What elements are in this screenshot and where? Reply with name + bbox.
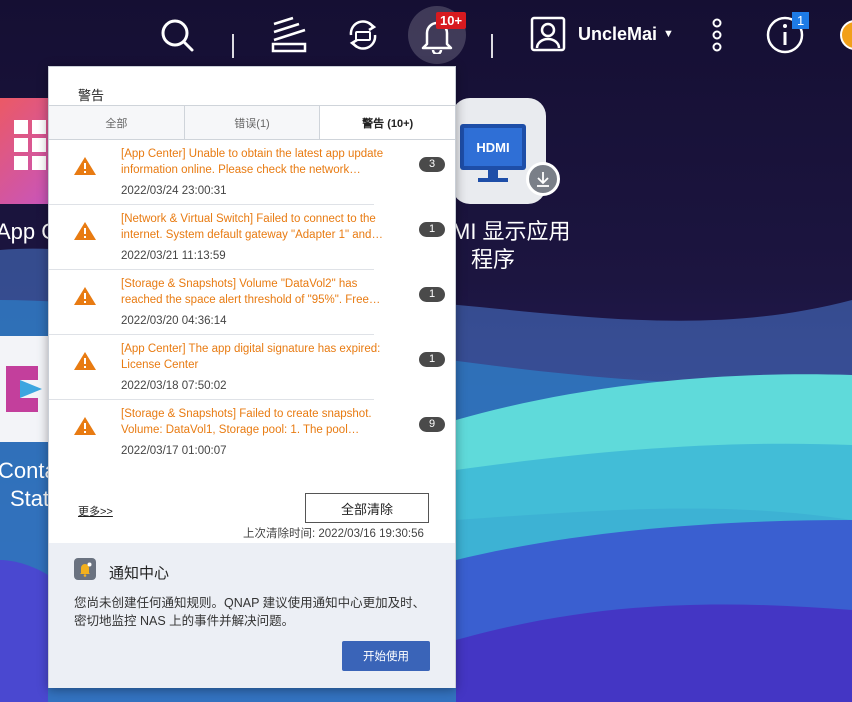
user-menu[interactable]: UncleMai ▼ [530, 16, 674, 52]
notification-count: 3 [419, 157, 445, 172]
notification-message: [Storage & Snapshots] Volume "DataVol2" … [121, 278, 381, 306]
warning-icon [74, 287, 96, 305]
notification-count: 1 [419, 352, 445, 367]
notification-message: [App Center] Unable to obtain the latest… [121, 148, 384, 176]
list-item[interactable]: [Storage & Snapshots] Volume "DataVol2" … [49, 270, 445, 335]
notification-time: 2022/03/18 07:50:02 [121, 380, 227, 392]
username-label: UncleMai [578, 23, 658, 44]
svg-text:HDMI: HDMI [476, 140, 509, 155]
info-count-badge: 1 [792, 12, 810, 29]
notification-time: 2022/03/24 23:00:31 [121, 185, 227, 197]
tab-errors[interactable]: 错误(1) [185, 106, 321, 139]
background-tasks-icon[interactable] [340, 12, 386, 58]
notification-time: 2022/03/17 01:00:07 [121, 445, 227, 457]
help-avatar-icon[interactable] [840, 20, 852, 50]
notification-time: 2022/03/21 11:13:59 [121, 250, 226, 262]
notification-list: [App Center] Unable to obtain the latest… [49, 140, 455, 465]
notification-message: [Network & Virtual Switch] Failed to con… [121, 213, 383, 241]
notification-count: 1 [419, 222, 445, 237]
top-bar: 10+ UncleMai ▼ 1 [0, 0, 852, 70]
download-icon [526, 162, 560, 196]
chevron-down-icon: ▼ [663, 28, 674, 40]
search-icon[interactable] [154, 12, 200, 58]
warning-icon [74, 352, 96, 370]
list-item[interactable]: [Network & Virtual Switch] Failed to con… [49, 205, 445, 270]
notification-count: 1 [419, 287, 445, 302]
notification-center-section: 通知中心 您尚未创建任何通知规则。QNAP 建议使用通知中心更加及时、密切地监控… [49, 543, 455, 688]
task-manager-icon[interactable] [266, 12, 312, 58]
list-item[interactable]: [App Center] Unable to obtain the latest… [49, 140, 445, 205]
clear-all-button[interactable]: 全部清除 [305, 493, 429, 523]
warning-icon [74, 222, 96, 240]
user-icon [530, 16, 566, 52]
separator [491, 34, 493, 58]
notification-center-icon [74, 558, 96, 580]
more-link[interactable]: 更多>> [78, 503, 113, 519]
panel-title: 警告 [78, 88, 105, 103]
notification-count: 9 [419, 417, 445, 432]
notification-message: [App Center] The app digital signature h… [121, 343, 381, 371]
list-item[interactable]: [App Center] The app digital signature h… [49, 335, 445, 400]
tab-warnings[interactable]: 警告 (10+) [320, 106, 456, 139]
notification-time: 2022/03/20 04:36:14 [121, 315, 227, 327]
notification-message: [Storage & Snapshots] Failed to create s… [121, 408, 372, 436]
notification-panel: 警告 全部 错误(1) 警告 (10+) [App Center] Unable… [48, 66, 456, 688]
notification-count-badge: 10+ [436, 12, 467, 29]
list-item[interactable]: [Storage & Snapshots] Failed to create s… [49, 400, 445, 465]
notification-center-description: 您尚未创建任何通知规则。QNAP 建议使用通知中心更加及时、密切地监控 NAS … [74, 596, 426, 628]
notification-center-title: 通知中心 [109, 565, 170, 582]
more-options-icon[interactable] [694, 12, 740, 58]
get-started-button[interactable]: 开始使用 [342, 641, 430, 671]
notification-tabs: 全部 错误(1) 警告 (10+) [49, 105, 456, 140]
warning-icon [74, 417, 96, 435]
warning-icon [74, 157, 96, 175]
tab-all[interactable]: 全部 [49, 106, 185, 139]
last-cleared-text: 上次清除时间: 2022/03/16 19:30:56 [243, 528, 424, 540]
separator [232, 34, 234, 58]
app-label: MI 显示应用 程序 [452, 219, 571, 272]
